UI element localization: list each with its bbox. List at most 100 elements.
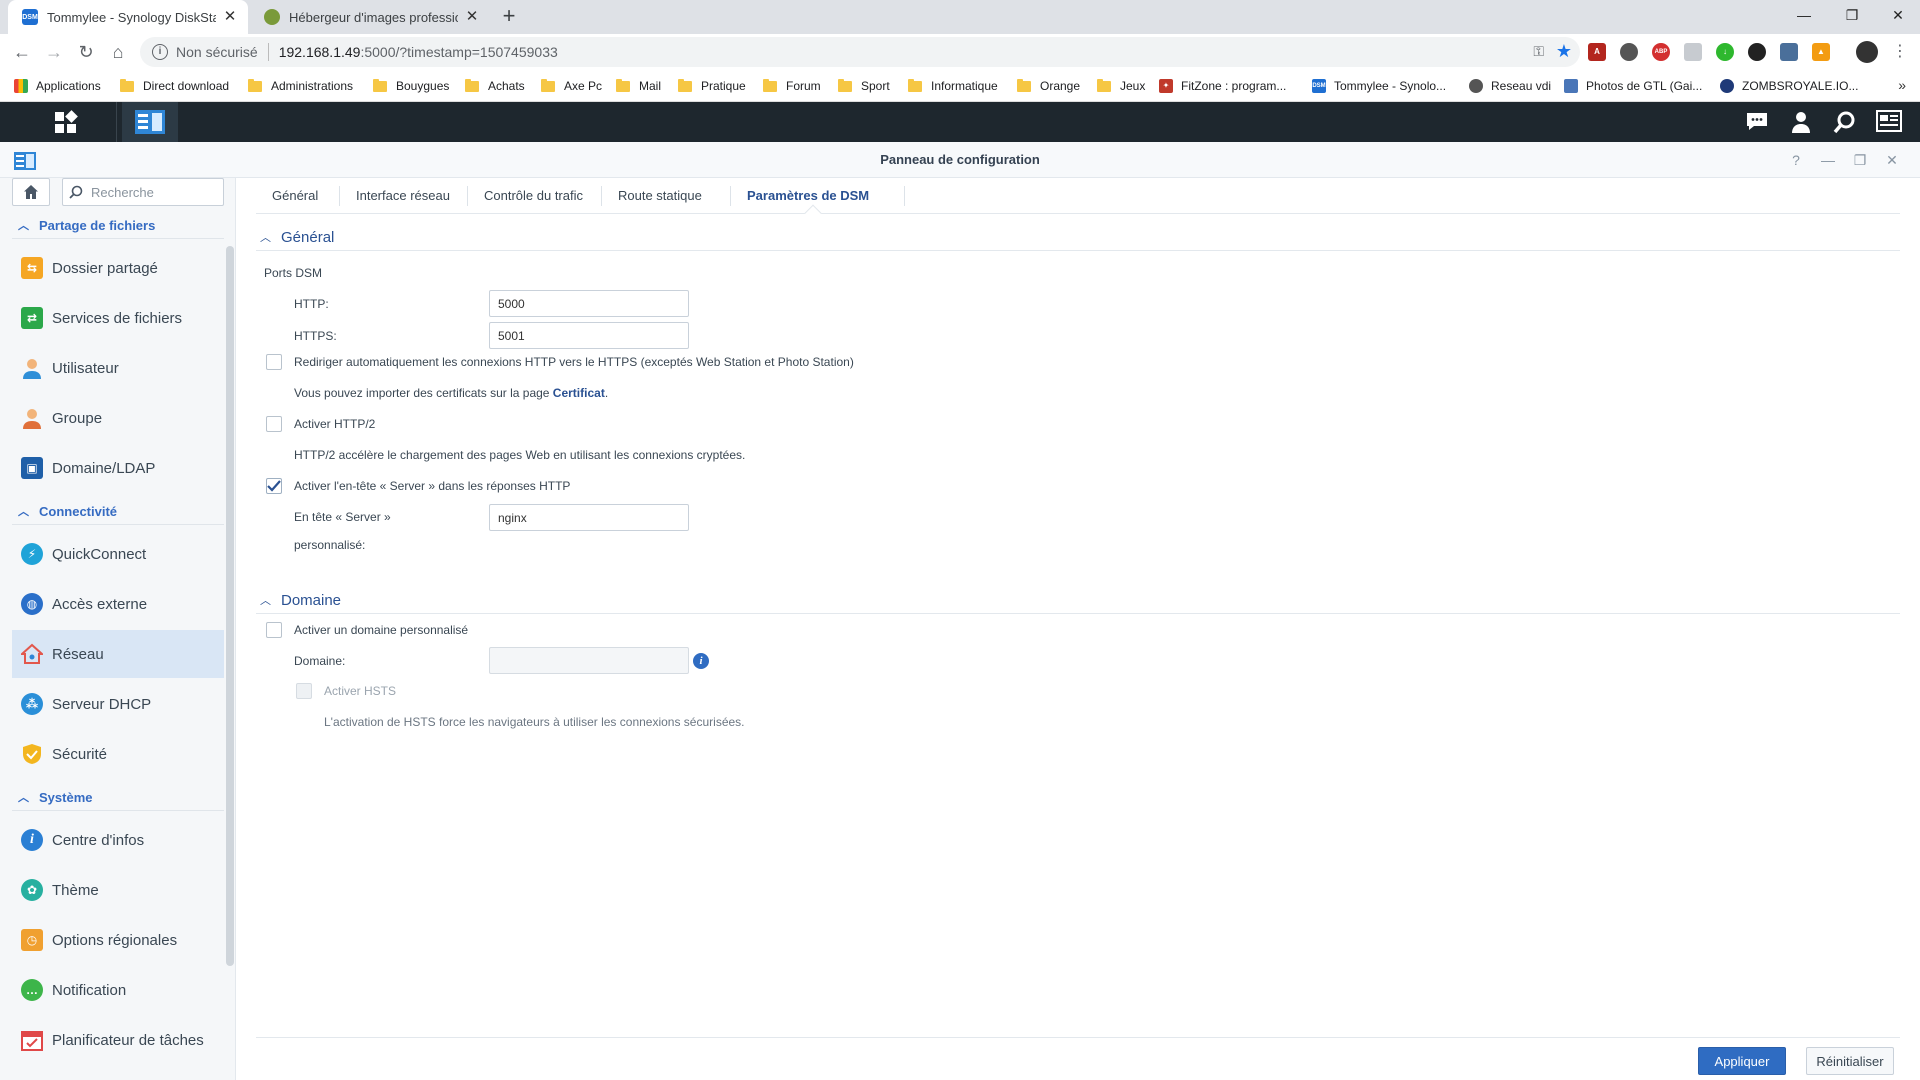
bookmark-folder[interactable]: Achats	[465, 76, 525, 96]
download-extension-icon[interactable]: ↓	[1716, 43, 1734, 61]
close-window-button[interactable]: ✕	[1876, 0, 1920, 30]
section-general-header[interactable]: ︿ Général	[256, 225, 334, 249]
sidebar-item-notification[interactable]: … Notification	[12, 966, 224, 1014]
reset-button[interactable]: Réinitialiser	[1806, 1047, 1894, 1075]
bookmark-folder[interactable]: Axe Pc	[541, 76, 602, 96]
bookmark-applications[interactable]: Applications	[14, 76, 101, 96]
certificate-link[interactable]: Certificat	[553, 386, 605, 400]
restore-window-button[interactable]: ❐	[1830, 0, 1874, 30]
sidebar-item-regional-options[interactable]: ◷ Options régionales	[12, 916, 224, 964]
bookmark-photos[interactable]: Photos de GTL (Gai...	[1564, 76, 1702, 96]
bookmark-folder[interactable]: Forum	[763, 76, 821, 96]
nav-group-file-sharing[interactable]: ︿ Partage de fichiers	[12, 212, 155, 238]
sidebar-item-file-services[interactable]: ⇄ Services de fichiers	[12, 294, 224, 342]
back-icon[interactable]: ←	[10, 40, 34, 64]
minimize-window-button[interactable]: —	[1782, 0, 1826, 30]
search-field[interactable]	[62, 178, 224, 206]
http2-checkbox[interactable]	[266, 416, 282, 432]
vlc-extension-icon[interactable]: ▲	[1812, 43, 1830, 61]
custom-domain-label[interactable]: Activer un domaine personnalisé	[294, 623, 468, 637]
bookmark-folder[interactable]: Direct download	[120, 76, 229, 96]
bookmark-folder[interactable]: Bouygues	[373, 76, 449, 96]
bookmark-dsm[interactable]: DSM Tommylee - Synolo...	[1312, 76, 1446, 96]
search-input[interactable]	[91, 184, 211, 200]
bookmark-reseau-vdi[interactable]: Reseau vdi	[1469, 76, 1551, 96]
http-port-field[interactable]	[489, 290, 689, 317]
hsts-checkbox[interactable]	[296, 683, 312, 699]
bookmark-folder[interactable]: Orange	[1017, 76, 1080, 96]
bookmark-zombsroyale[interactable]: ZOMBSROYALE.IO...	[1720, 76, 1858, 96]
window-close-button[interactable]: ✕	[1882, 150, 1902, 170]
window-title-bar[interactable]: Panneau de configuration ? — ❐ ✕	[0, 142, 1920, 178]
extension-icon[interactable]	[1780, 43, 1798, 61]
close-tab-icon[interactable]: ✕	[464, 9, 480, 25]
bookmark-folder[interactable]: Pratique	[678, 76, 746, 96]
bookmark-star-icon[interactable]: ★	[1556, 41, 1572, 62]
chat-icon[interactable]	[1744, 110, 1770, 134]
redirect-https-label[interactable]: Rediriger automatiquement les connexions…	[294, 355, 854, 369]
adblock-icon[interactable]: ABP	[1652, 43, 1670, 61]
home-icon[interactable]: ⌂	[106, 40, 130, 64]
widgets-icon[interactable]	[1876, 110, 1902, 134]
custom-domain-checkbox[interactable]	[266, 622, 282, 638]
sidebar-item-group[interactable]: Groupe	[12, 394, 224, 442]
nav-group-system[interactable]: ︿ Système	[12, 784, 92, 810]
help-button[interactable]: ?	[1786, 150, 1806, 170]
sidebar-item-task-scheduler[interactable]: Planificateur de tâches	[12, 1016, 224, 1064]
bookmark-folder[interactable]: Mail	[616, 76, 661, 96]
bookmark-folder[interactable]: Sport	[838, 76, 890, 96]
tab-network-interface[interactable]: Interface réseau	[340, 178, 466, 214]
extension-icon[interactable]	[1620, 43, 1638, 61]
pdf-extension-icon[interactable]: A	[1588, 43, 1606, 61]
custom-server-header-field[interactable]	[489, 504, 689, 531]
address-bar[interactable]: i Non sécurisé 192.168.1.49 :5000/?times…	[140, 37, 1580, 67]
nav-group-connectivity[interactable]: ︿ Connectivité	[12, 498, 117, 524]
redirect-https-checkbox[interactable]	[266, 354, 282, 370]
browser-menu-icon[interactable]: ⋮	[1888, 40, 1912, 64]
section-domain-header[interactable]: ︿ Domaine	[256, 588, 341, 612]
http2-label[interactable]: Activer HTTP/2	[294, 417, 375, 431]
sidebar-item-security[interactable]: Sécurité	[12, 730, 224, 778]
bookmark-fitzone[interactable]: ✦ FitZone : program...	[1159, 76, 1286, 96]
browser-tab-image-host[interactable]: Hébergeur d'images professionnel ✕	[250, 0, 490, 34]
new-tab-button[interactable]: +	[497, 5, 521, 29]
extension-icon[interactable]	[1684, 43, 1702, 61]
profile-avatar[interactable]	[1856, 41, 1878, 63]
window-maximize-button[interactable]: ❐	[1850, 150, 1870, 170]
apply-button[interactable]: Appliquer	[1698, 1047, 1786, 1075]
search-icon[interactable]	[1832, 110, 1858, 134]
bookmarks-overflow-button[interactable]: »	[1898, 77, 1906, 93]
sidebar-item-external-access[interactable]: ◍ Accès externe	[12, 580, 224, 628]
forward-icon[interactable]: →	[42, 40, 66, 64]
taskbar-control-panel-app[interactable]	[122, 102, 178, 142]
sidebar-item-domain-ldap[interactable]: ▣ Domaine/LDAP	[12, 444, 224, 492]
extension-icon[interactable]	[1748, 43, 1766, 61]
window-minimize-button[interactable]: —	[1818, 150, 1838, 170]
reload-icon[interactable]: ↻	[74, 40, 98, 64]
hsts-label[interactable]: Activer HSTS	[324, 684, 396, 698]
server-header-checkbox[interactable]	[266, 478, 282, 494]
sidebar-item-network[interactable]: Réseau	[12, 630, 224, 678]
tab-traffic-control[interactable]: Contrôle du trafic	[468, 178, 599, 214]
sidebar-item-shared-folder[interactable]: ⇆ Dossier partagé	[12, 244, 224, 292]
bookmark-folder[interactable]: Administrations	[248, 76, 353, 96]
sidebar-item-info-center[interactable]: i Centre d'infos	[12, 816, 224, 864]
main-menu-button[interactable]	[44, 108, 88, 136]
sidebar-item-dhcp-server[interactable]: ⁂ Serveur DHCP	[12, 680, 224, 728]
browser-tab-dsm[interactable]: DSM Tommylee - Synology DiskStation ✕	[8, 0, 248, 34]
sidebar-item-quickconnect[interactable]: ⚡ QuickConnect	[12, 530, 224, 578]
server-header-label[interactable]: Activer l'en-tête « Server » dans les ré…	[294, 479, 570, 493]
sidebar-item-theme[interactable]: ✿ Thème	[12, 866, 224, 914]
info-icon[interactable]: i	[693, 653, 709, 669]
tab-static-route[interactable]: Route statique	[602, 178, 718, 214]
bookmark-folder[interactable]: Informatique	[908, 76, 998, 96]
domain-field[interactable]	[489, 647, 689, 674]
bookmark-folder[interactable]: Jeux	[1097, 76, 1145, 96]
user-icon[interactable]	[1788, 110, 1814, 134]
close-tab-icon[interactable]: ✕	[222, 9, 238, 25]
sidebar-item-user[interactable]: Utilisateur	[12, 344, 224, 392]
site-info-icon[interactable]: i	[152, 44, 168, 60]
key-icon[interactable]: ⚿	[1533, 43, 1544, 60]
https-port-field[interactable]	[489, 322, 689, 349]
home-button[interactable]	[12, 178, 50, 206]
